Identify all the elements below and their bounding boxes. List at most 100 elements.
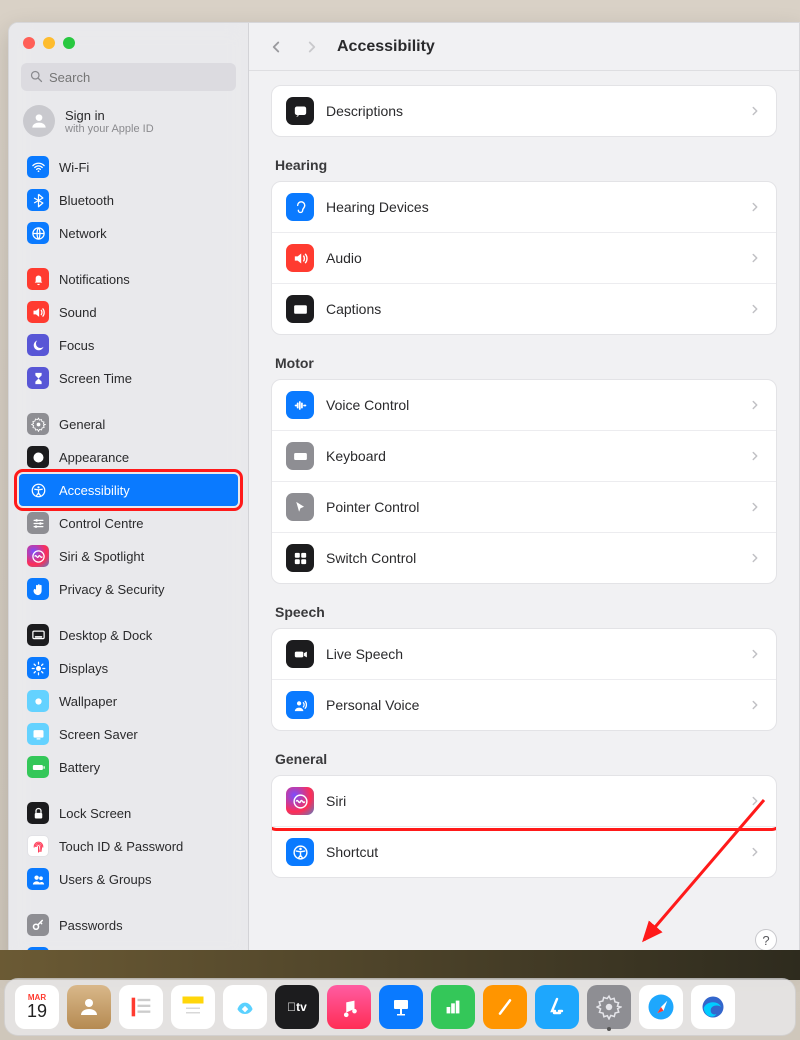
row-keyboard[interactable]: Keyboard — [272, 430, 776, 481]
row-captions[interactable]: Captions — [272, 283, 776, 334]
wallpaper-icon — [27, 690, 49, 712]
sidebar-item-label: Siri & Spotlight — [59, 549, 144, 564]
dock-appstore[interactable] — [535, 985, 579, 1029]
sidebar-item-label: General — [59, 417, 105, 432]
row-voice-control[interactable]: Voice Control — [272, 380, 776, 430]
dock-contacts[interactable] — [67, 985, 111, 1029]
sidebar-item-label: Network — [59, 226, 107, 241]
dock-music[interactable] — [327, 985, 371, 1029]
desktop-background-strip — [0, 950, 800, 980]
dock-keynote[interactable] — [379, 985, 423, 1029]
pointer-icon — [286, 493, 314, 521]
dock-pages[interactable] — [483, 985, 527, 1029]
section-header-hearing: Hearing — [275, 157, 773, 173]
calendar-day: 19 — [27, 1002, 47, 1020]
sidebar-item-label: Wi-Fi — [59, 160, 89, 175]
sidebar-item-touch-id-password[interactable]: Touch ID & Password — [19, 830, 238, 862]
screensaver-icon — [27, 723, 49, 745]
dock-numbers[interactable] — [431, 985, 475, 1029]
chevron-right-icon — [748, 551, 762, 565]
sidebar-item-wi-fi[interactable]: Wi-Fi — [19, 151, 238, 183]
section-header-motor: Motor — [275, 355, 773, 371]
sidebar-item-desktop-dock[interactable]: Desktop & Dock — [19, 619, 238, 651]
chevron-right-icon — [748, 398, 762, 412]
row-label: Switch Control — [326, 550, 736, 566]
row-audio[interactable]: Audio — [272, 232, 776, 283]
row-hearing-devices[interactable]: Hearing Devices — [272, 182, 776, 232]
hand-icon — [27, 578, 49, 600]
dock-reminders[interactable] — [119, 985, 163, 1029]
chevron-right-icon — [748, 251, 762, 265]
chevron-right-icon — [748, 500, 762, 514]
help-button[interactable]: ? — [755, 929, 777, 951]
dock-freeform[interactable] — [223, 985, 267, 1029]
sidebar-item-users-groups[interactable]: Users & Groups — [19, 863, 238, 895]
forward-button[interactable] — [303, 38, 321, 56]
sidebar-item-screen-time[interactable]: Screen Time — [19, 362, 238, 394]
sidebar-item-sound[interactable]: Sound — [19, 296, 238, 328]
settings-window: Sign in with your Apple ID Wi-Fi Bluetoot… — [8, 22, 800, 964]
sidebar-item-label: Touch ID & Password — [59, 839, 183, 854]
row-live-speech[interactable]: Live Speech — [272, 629, 776, 679]
dock-safari[interactable] — [639, 985, 683, 1029]
row-pointer-control[interactable]: Pointer Control — [272, 481, 776, 532]
row-shortcut[interactable]: Shortcut — [272, 826, 776, 877]
moon-icon — [27, 334, 49, 356]
row-label: Hearing Devices — [326, 199, 736, 215]
personalvoice-icon — [286, 691, 314, 719]
sound-icon — [286, 244, 314, 272]
close-window-button[interactable] — [23, 37, 35, 49]
content-area[interactable]: Descriptions Hearing Hearing Devices AudioC… — [249, 71, 799, 963]
sidebar-item-label: Displays — [59, 661, 108, 676]
sidebar-item-battery[interactable]: Battery — [19, 751, 238, 783]
users-icon — [27, 868, 49, 890]
section-card: Siri Shortcut — [271, 775, 777, 878]
wifi-icon — [27, 156, 49, 178]
dock-edge[interactable] — [691, 985, 735, 1029]
voice-icon — [286, 391, 314, 419]
sidebar-item-label: Bluetooth — [59, 193, 114, 208]
sidebar-item-siri-spotlight[interactable]: Siri & Spotlight — [19, 540, 238, 572]
section-card: Hearing Devices AudioCaptions — [271, 181, 777, 335]
sidebar-item-displays[interactable]: Displays — [19, 652, 238, 684]
sidebar-item-passwords[interactable]: Passwords — [19, 909, 238, 941]
fullscreen-window-button[interactable] — [63, 37, 75, 49]
dock-notes[interactable] — [171, 985, 215, 1029]
sidebar-item-wallpaper[interactable]: Wallpaper — [19, 685, 238, 717]
row-personal-voice[interactable]: Personal Voice — [272, 679, 776, 730]
window-controls — [9, 23, 248, 59]
search-field[interactable] — [21, 63, 236, 91]
sidebar-item-label: Battery — [59, 760, 100, 775]
sidebar-item-bluetooth[interactable]: Bluetooth — [19, 184, 238, 216]
row-label: Shortcut — [326, 844, 736, 860]
dock-settings[interactable] — [587, 985, 631, 1029]
sidebar-item-control-centre[interactable]: Control Centre — [19, 507, 238, 539]
minimize-window-button[interactable] — [43, 37, 55, 49]
back-button[interactable] — [267, 38, 285, 56]
sidebar-item-general[interactable]: General — [19, 408, 238, 440]
signin-row[interactable]: Sign in with your Apple ID — [9, 99, 248, 147]
dock-icon — [27, 624, 49, 646]
search-input[interactable] — [21, 63, 236, 91]
sidebar-item-privacy-security[interactable]: Privacy & Security — [19, 573, 238, 605]
row-siri[interactable]: Siri — [272, 776, 776, 826]
accessibility-icon — [27, 479, 49, 501]
sidebar-item-accessibility[interactable]: Accessibility — [19, 474, 238, 506]
dock-tv[interactable]: tv — [275, 985, 319, 1029]
sidebar-item-appearance[interactable]: Appearance — [19, 441, 238, 473]
chevron-right-icon — [748, 200, 762, 214]
sidebar-item-label: Focus — [59, 338, 94, 353]
sidebar-item-notifications[interactable]: Notifications — [19, 263, 238, 295]
row-descriptions[interactable]: Descriptions — [272, 86, 776, 136]
dock-calendar[interactable]: MAR 19 — [15, 985, 59, 1029]
signin-subtitle: with your Apple ID — [65, 123, 154, 135]
sidebar-item-screen-saver[interactable]: Screen Saver — [19, 718, 238, 750]
gear-icon — [27, 413, 49, 435]
row-switch-control[interactable]: Switch Control — [272, 532, 776, 583]
sliders-icon — [27, 512, 49, 534]
sidebar-item-label: Control Centre — [59, 516, 144, 531]
sidebar-item-network[interactable]: Network — [19, 217, 238, 249]
sidebar-item-label: Screen Time — [59, 371, 132, 386]
sidebar-item-lock-screen[interactable]: Lock Screen — [19, 797, 238, 829]
sidebar-item-focus[interactable]: Focus — [19, 329, 238, 361]
